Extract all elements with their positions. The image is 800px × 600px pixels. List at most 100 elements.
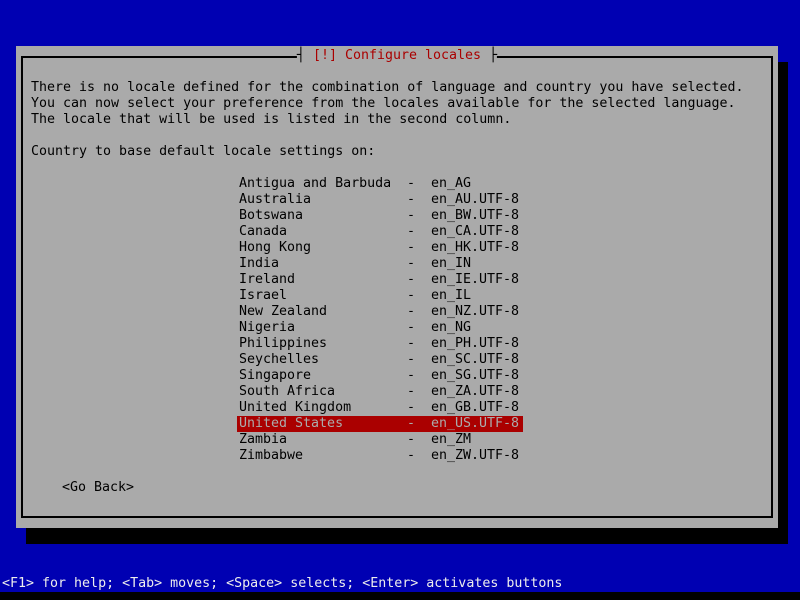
- locale-option[interactable]: Hong Kong - en_HK.UTF-8: [237, 240, 523, 256]
- locale-code: en_PH.UTF-8: [431, 336, 519, 352]
- locale-option[interactable]: India - en_IN: [237, 256, 523, 272]
- locale-code: en_CA.UTF-8: [431, 224, 519, 240]
- locale-country: United States: [239, 416, 343, 432]
- locale-separator: -: [407, 272, 415, 288]
- locale-option[interactable]: Antigua and Barbuda - en_AG: [237, 176, 523, 192]
- locale-option[interactable]: Singapore - en_SG.UTF-8: [237, 368, 523, 384]
- locale-option[interactable]: Australia - en_AU.UTF-8: [237, 192, 523, 208]
- locale-country: Antigua and Barbuda: [239, 176, 391, 192]
- locale-option-row[interactable]: Philippines - en_PH.UTF-8: [16, 336, 778, 352]
- country-prompt-label: Country to base default locale settings …: [31, 144, 375, 160]
- dialog-title-text: [!] Configure locales: [313, 48, 481, 63]
- bottom-black-strip: [0, 592, 800, 600]
- locale-separator: -: [407, 208, 415, 224]
- locale-option[interactable]: Seychelles - en_SC.UTF-8: [237, 352, 523, 368]
- locale-option-row[interactable]: United Kingdom - en_GB.UTF-8: [16, 400, 778, 416]
- locale-country: Hong Kong: [239, 240, 311, 256]
- locale-option[interactable]: Nigeria - en_NG: [237, 320, 523, 336]
- locale-option[interactable]: Zimbabwe - en_ZW.UTF-8: [237, 448, 523, 464]
- locale-separator: -: [407, 224, 415, 240]
- locale-separator: -: [407, 432, 415, 448]
- dialog-body-line-3: The locale that will be used is listed i…: [31, 112, 511, 128]
- locale-code: en_NZ.UTF-8: [431, 304, 519, 320]
- locale-option-row[interactable]: Ireland - en_IE.UTF-8: [16, 272, 778, 288]
- locale-option[interactable]: New Zealand - en_NZ.UTF-8: [237, 304, 523, 320]
- locale-country: Canada: [239, 224, 287, 240]
- locale-separator: -: [407, 368, 415, 384]
- locale-country: New Zealand: [239, 304, 327, 320]
- locale-country: Zambia: [239, 432, 287, 448]
- title-left-cap: ┤: [297, 48, 313, 63]
- locale-code: en_GB.UTF-8: [431, 400, 519, 416]
- locale-separator: -: [407, 336, 415, 352]
- locale-option-row[interactable]: Antigua and Barbuda - en_AG: [16, 176, 778, 192]
- locale-separator: -: [407, 416, 415, 432]
- locale-code: en_AG: [431, 176, 471, 192]
- locale-option-row[interactable]: Zambia - en_ZM: [16, 432, 778, 448]
- locale-code: en_BW.UTF-8: [431, 208, 519, 224]
- locale-country: Seychelles: [239, 352, 319, 368]
- locale-separator: -: [407, 320, 415, 336]
- locale-separator: -: [407, 384, 415, 400]
- locale-option-row[interactable]: Nigeria - en_NG: [16, 320, 778, 336]
- dialog-body-line-2: You can now select your preference from …: [31, 96, 735, 112]
- locale-option[interactable]: Israel - en_IL: [237, 288, 523, 304]
- locale-separator: -: [407, 176, 415, 192]
- locale-country: Botswana: [239, 208, 303, 224]
- locale-option[interactable]: Philippines - en_PH.UTF-8: [237, 336, 523, 352]
- configure-locales-dialog: ┤ [!] Configure locales ├ There is no lo…: [16, 46, 778, 528]
- locale-option[interactable]: Canada - en_CA.UTF-8: [237, 224, 523, 240]
- locale-option-row[interactable]: New Zealand - en_NZ.UTF-8: [16, 304, 778, 320]
- locale-option-row[interactable]: Zimbabwe - en_ZW.UTF-8: [16, 448, 778, 464]
- locale-country: Zimbabwe: [239, 448, 303, 464]
- locale-separator: -: [407, 192, 415, 208]
- locale-code: en_ZA.UTF-8: [431, 384, 519, 400]
- installer-screen: ┤ [!] Configure locales ├ There is no lo…: [0, 0, 800, 600]
- locale-code: en_ZM: [431, 432, 471, 448]
- locale-code: en_SG.UTF-8: [431, 368, 519, 384]
- locale-option-row[interactable]: Seychelles - en_SC.UTF-8: [16, 352, 778, 368]
- locale-code: en_NG: [431, 320, 471, 336]
- locale-code: en_ZW.UTF-8: [431, 448, 519, 464]
- locale-country: Australia: [239, 192, 311, 208]
- locale-option[interactable]: United Kingdom - en_GB.UTF-8: [237, 400, 523, 416]
- locale-option-row[interactable]: Israel - en_IL: [16, 288, 778, 304]
- locale-option-row[interactable]: United States - en_US.UTF-8: [16, 416, 778, 432]
- locale-separator: -: [407, 352, 415, 368]
- locale-option-row[interactable]: India - en_IN: [16, 256, 778, 272]
- locale-separator: -: [407, 256, 415, 272]
- locale-country: Ireland: [239, 272, 295, 288]
- locale-country: India: [239, 256, 279, 272]
- locale-separator: -: [407, 400, 415, 416]
- locale-separator: -: [407, 304, 415, 320]
- locale-separator: -: [407, 448, 415, 464]
- locale-separator: -: [407, 288, 415, 304]
- locale-option-row[interactable]: Singapore - en_SG.UTF-8: [16, 368, 778, 384]
- locale-country: Nigeria: [239, 320, 295, 336]
- locale-option-row[interactable]: Canada - en_CA.UTF-8: [16, 224, 778, 240]
- locale-country: United Kingdom: [239, 400, 351, 416]
- locale-option[interactable]: United States - en_US.UTF-8: [237, 416, 523, 432]
- locale-option-row[interactable]: South Africa - en_ZA.UTF-8: [16, 384, 778, 400]
- locale-option-row[interactable]: Botswana - en_BW.UTF-8: [16, 208, 778, 224]
- locale-option[interactable]: Zambia - en_ZM: [237, 432, 523, 448]
- locale-option[interactable]: Botswana - en_BW.UTF-8: [237, 208, 523, 224]
- locale-option-row[interactable]: Australia - en_AU.UTF-8: [16, 192, 778, 208]
- locale-country: Singapore: [239, 368, 311, 384]
- locale-code: en_AU.UTF-8: [431, 192, 519, 208]
- dialog-body-line-1: There is no locale defined for the combi…: [31, 80, 743, 96]
- locale-country: Israel: [239, 288, 287, 304]
- dialog-title: ┤ [!] Configure locales ├: [297, 48, 497, 64]
- locale-country: Philippines: [239, 336, 327, 352]
- locale-separator: -: [407, 240, 415, 256]
- locale-code: en_IL: [431, 288, 471, 304]
- locale-list: Antigua and Barbuda - en_AG Australia - …: [16, 176, 778, 464]
- locale-option-row[interactable]: Hong Kong - en_HK.UTF-8: [16, 240, 778, 256]
- go-back-button[interactable]: <Go Back>: [62, 480, 134, 496]
- locale-option[interactable]: Ireland - en_IE.UTF-8: [237, 272, 523, 288]
- locale-country: South Africa: [239, 384, 335, 400]
- locale-code: en_US.UTF-8: [431, 416, 519, 432]
- locale-code: en_SC.UTF-8: [431, 352, 519, 368]
- locale-option[interactable]: South Africa - en_ZA.UTF-8: [237, 384, 523, 400]
- locale-code: en_IE.UTF-8: [431, 272, 519, 288]
